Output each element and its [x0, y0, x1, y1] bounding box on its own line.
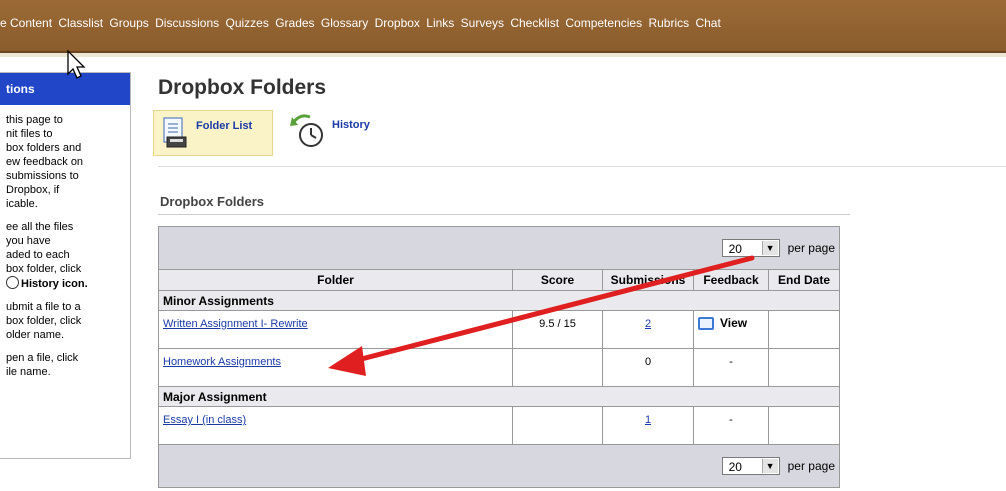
nav-item-glossary[interactable]: Glossary [321, 16, 368, 30]
section-title: Dropbox Folders [160, 194, 265, 209]
feedback-cell: - [693, 406, 769, 445]
sidebar-title: tions [0, 73, 130, 105]
score-cell: 9.5 / 15 [512, 310, 603, 349]
nav-underline [0, 53, 1006, 57]
column-header-end-date[interactable]: End Date [768, 269, 840, 291]
folder-cell: Written Assignment I- Rewrite [158, 310, 513, 349]
speech-bubble-icon [698, 316, 714, 330]
end-date-cell [768, 348, 840, 387]
feedback-cell: View [693, 310, 769, 349]
nav-item-quizzes[interactable]: Quizzes [225, 16, 268, 30]
table-row: Homework Assignments 0 - [158, 348, 840, 387]
end-date-cell [768, 406, 840, 445]
folder-cell: Essay I (in class) [158, 406, 513, 445]
per-page-label: per page [787, 241, 835, 255]
group-row: Major Assignment [158, 386, 840, 407]
submissions-cell: 0 [602, 348, 694, 387]
per-page-value: 20 [728, 242, 742, 256]
pager-row-top: 20 ▼ per page [158, 226, 840, 270]
sidebar-paragraph: this page to nit files to box folders an… [6, 114, 84, 210]
sidebar-paragraph: ubmit a file to a box folder, click olde… [6, 301, 82, 341]
nav-item-grades[interactable]: Grades [275, 16, 314, 30]
group-row: Minor Assignments [158, 290, 840, 311]
submissions-cell: 2 [602, 310, 694, 349]
score-cell [512, 348, 603, 387]
table-row: Essay I (in class) 1 - [158, 406, 840, 445]
sidebar-instructions: tions this page to nit files to box fold… [0, 72, 131, 459]
sidebar-paragraph: pen a file, click ile name. [6, 352, 79, 378]
column-header-score[interactable]: Score [512, 269, 603, 291]
table-row: Written Assignment I- Rewrite 9.5 / 15 2… [158, 310, 840, 349]
per-page-select[interactable]: 20 ▼ [721, 239, 780, 257]
per-page-value: 20 [728, 460, 742, 474]
nav-item-discussions[interactable]: Discussions [155, 16, 219, 30]
chevron-down-icon[interactable]: ▼ [761, 459, 778, 473]
tab-history[interactable]: History [290, 113, 390, 153]
sidebar-history-label: History icon. [21, 278, 88, 290]
column-header-folder[interactable]: Folder [158, 269, 513, 291]
tab-folder-list-label[interactable]: Folder List [196, 120, 252, 132]
page-title: Dropbox Folders [158, 76, 327, 99]
column-header-submissions[interactable]: Submissions [602, 269, 694, 291]
folder-cell: Homework Assignments [158, 348, 513, 387]
folder-link[interactable]: Essay I (in class) [163, 414, 246, 426]
top-navigation-bar: e Content Classlist Groups Discussions Q… [0, 0, 1006, 53]
tab-folder-list[interactable]: Folder List [153, 110, 273, 156]
sidebar-body: this page to nit files to box folders an… [0, 105, 130, 379]
history-clock-icon [290, 114, 323, 147]
divider [158, 166, 1006, 167]
tab-history-label[interactable]: History [332, 119, 370, 131]
nav-item-links[interactable]: Links [426, 16, 454, 30]
sidebar-history-line: History icon. [6, 276, 126, 291]
folder-link[interactable]: Homework Assignments [163, 356, 281, 368]
per-page-label: per page [787, 459, 835, 473]
nav-item-checklist[interactable]: Checklist [510, 16, 559, 30]
submissions-link[interactable]: 2 [645, 318, 651, 330]
nav-item-content[interactable]: e Content [0, 16, 52, 30]
group-name: Major Assignment [158, 386, 840, 407]
divider [158, 214, 850, 215]
per-page-select[interactable]: 20 ▼ [721, 457, 780, 475]
end-date-cell [768, 310, 840, 349]
history-clock-icon [6, 276, 19, 289]
folder-list-icon [163, 117, 187, 148]
nav-item-rubrics[interactable]: Rubrics [648, 16, 689, 30]
view-feedback-label: View [720, 316, 748, 330]
nav-item-classlist[interactable]: Classlist [58, 16, 103, 30]
nav-links: e Content Classlist Groups Discussions Q… [0, 16, 724, 30]
feedback-cell: - [693, 348, 769, 387]
pager-row-bottom: 20 ▼ per page [158, 444, 840, 488]
chevron-down-icon[interactable]: ▼ [761, 241, 778, 255]
submissions-cell: 1 [602, 406, 694, 445]
nav-item-dropbox[interactable]: Dropbox [375, 16, 420, 30]
submissions-link[interactable]: 1 [645, 414, 651, 426]
nav-item-chat[interactable]: Chat [695, 16, 720, 30]
nav-item-surveys[interactable]: Surveys [461, 16, 504, 30]
dropbox-folders-table: 20 ▼ per page Folder Score Submissions F… [158, 226, 840, 488]
nav-item-groups[interactable]: Groups [109, 16, 148, 30]
score-cell [512, 406, 603, 445]
table-header-row: Folder Score Submissions Feedback End Da… [158, 269, 840, 291]
group-name: Minor Assignments [158, 290, 840, 311]
folder-link[interactable]: Written Assignment I- Rewrite [163, 318, 308, 330]
pager-cell: 20 ▼ per page [158, 226, 840, 270]
pager-cell: 20 ▼ per page [158, 444, 840, 488]
view-feedback-button[interactable]: View [698, 316, 748, 330]
sidebar-paragraph: ee all the files you have aded to each b… [6, 221, 82, 275]
column-header-feedback[interactable]: Feedback [693, 269, 769, 291]
nav-item-competencies[interactable]: Competencies [565, 16, 642, 30]
